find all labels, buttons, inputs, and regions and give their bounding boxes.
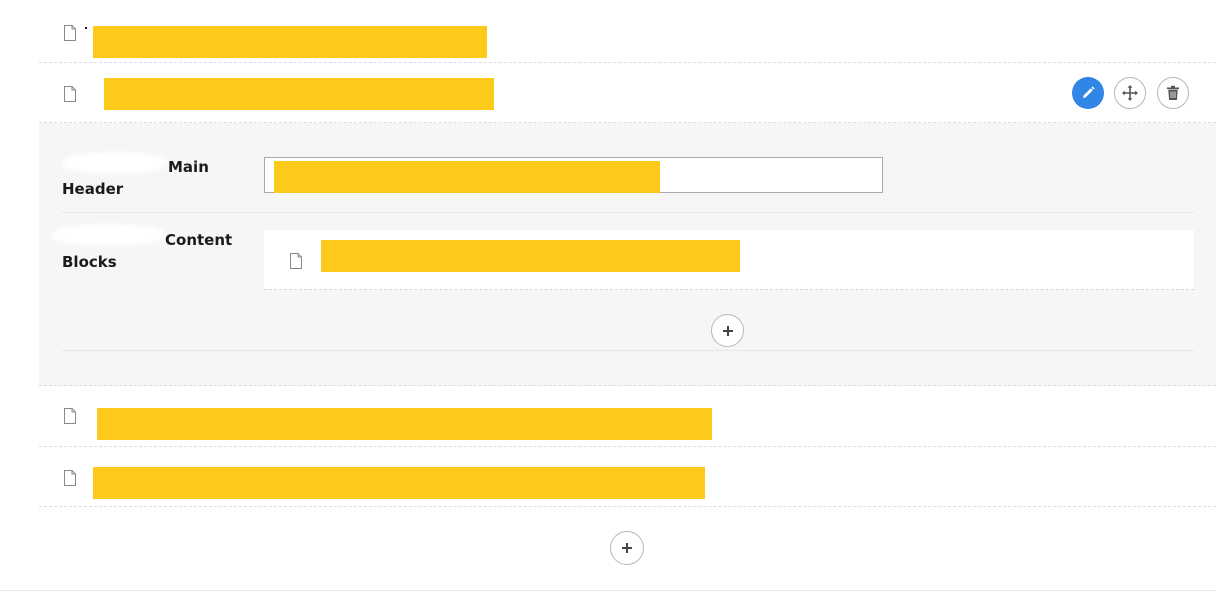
trash-icon <box>1167 85 1179 100</box>
divider <box>62 212 1194 213</box>
nested-content-editor: Main Header Content Blocks <box>0 0 1216 603</box>
main-header-label: Main Header <box>62 158 209 198</box>
row-editor-panel: Main Header Content Blocks <box>39 123 1216 386</box>
document-icon <box>64 86 76 102</box>
drag-marker <box>85 27 87 29</box>
delete-button[interactable] <box>1157 77 1189 109</box>
content-block-item[interactable] <box>264 230 1194 290</box>
content-row[interactable] <box>39 386 1216 447</box>
edit-button[interactable] <box>1072 77 1104 109</box>
content-blocks-label: Content Blocks <box>62 231 233 271</box>
row-title <box>97 408 712 440</box>
main-header-input[interactable] <box>264 157 883 193</box>
divider <box>62 350 1194 351</box>
document-icon <box>64 25 76 41</box>
content-block-title <box>321 240 740 272</box>
add-row-button[interactable] <box>610 531 644 565</box>
plus-icon <box>622 543 632 553</box>
main-header-value <box>274 161 660 193</box>
pencil-icon <box>1083 86 1095 98</box>
plus-icon <box>722 325 733 336</box>
content-row[interactable] <box>39 0 1216 63</box>
move-arrows-icon <box>1122 85 1138 101</box>
content-row[interactable] <box>39 447 1216 507</box>
content-row-active[interactable] <box>39 62 1216 123</box>
row-title <box>104 78 494 110</box>
document-icon <box>290 253 302 269</box>
divider <box>0 590 1216 591</box>
move-button[interactable] <box>1114 77 1146 109</box>
row-title <box>93 467 705 499</box>
row-title <box>93 26 487 58</box>
add-content-block-button[interactable] <box>711 314 744 347</box>
document-icon <box>64 408 76 424</box>
document-icon <box>64 470 76 486</box>
